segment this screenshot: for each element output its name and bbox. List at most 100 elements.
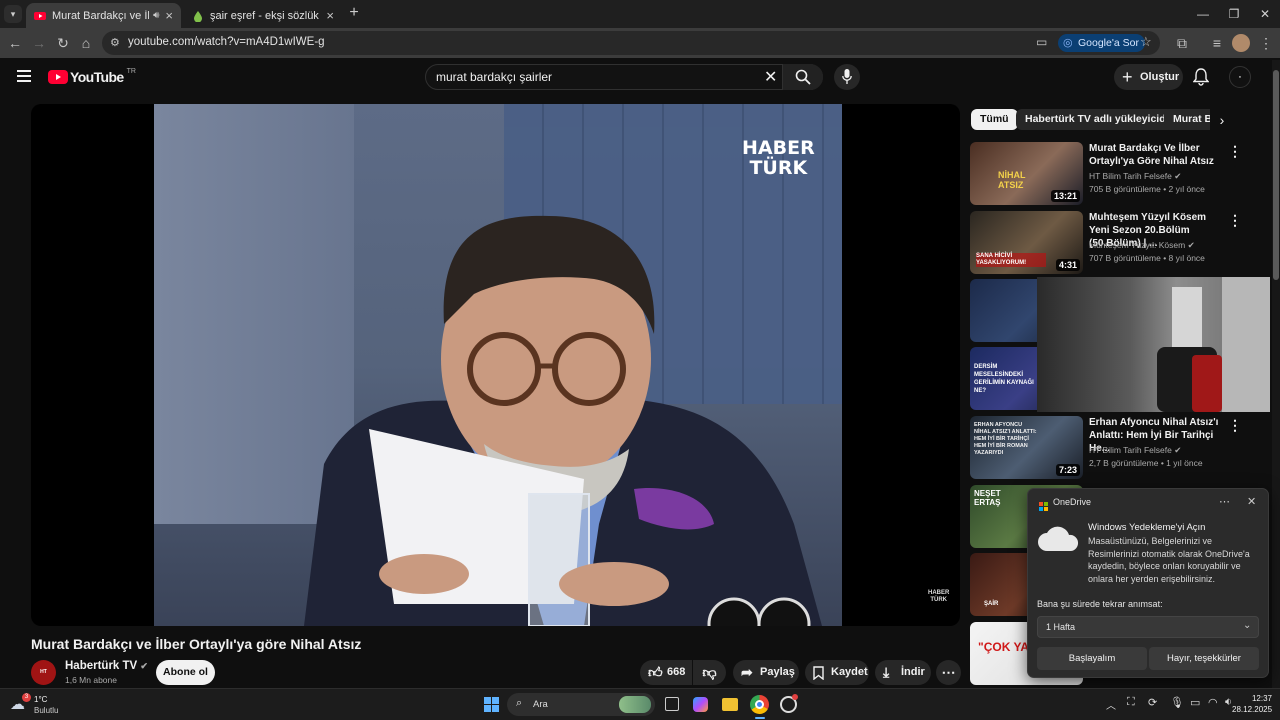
hamburger-menu-icon[interactable] bbox=[17, 70, 31, 82]
save-button[interactable]: Kaydet bbox=[805, 660, 869, 685]
video-player[interactable]: HABER TÜRK HABER TÜRK bbox=[31, 104, 960, 626]
kebab-menu-icon[interactable]: ⋮ bbox=[1228, 213, 1242, 227]
notification-body: Masaüstünüzü, Belgelerinizi ve Resimleri… bbox=[1088, 536, 1250, 584]
channel-avatar[interactable]: HT bbox=[31, 660, 56, 685]
taskbar-search[interactable]: ⌕ Ara bbox=[507, 693, 655, 716]
weather-widget[interactable]: ☁ 3 1°C Bulutlu bbox=[10, 692, 80, 718]
youtube-logo[interactable]: YouTube TR bbox=[48, 68, 136, 86]
share-button[interactable]: ➦ Paylaş bbox=[733, 660, 799, 685]
voice-search-button[interactable] bbox=[834, 64, 860, 90]
close-tab-icon[interactable]: × bbox=[326, 8, 334, 23]
windows-start-icon[interactable] bbox=[484, 697, 499, 712]
tray-icon[interactable]: ⛶ bbox=[1127, 696, 1135, 709]
kebab-menu-icon[interactable]: ⋮ bbox=[1228, 418, 1242, 432]
chip-all[interactable]: Tümü bbox=[971, 109, 1018, 130]
site-info-icon[interactable]: ⚙ bbox=[110, 36, 120, 49]
create-button[interactable]: + Oluştur bbox=[1114, 64, 1183, 90]
chevron-up-icon[interactable]: ︿ bbox=[1106, 697, 1116, 712]
account-avatar[interactable]: ● bbox=[1229, 66, 1251, 88]
minimize-icon[interactable]: — bbox=[1188, 4, 1218, 24]
remind-select[interactable]: 1 Hafta ⌄ bbox=[1037, 616, 1259, 638]
share-icon: ➦ bbox=[741, 664, 753, 680]
video-thumbnail[interactable]: SANA HİCİVİ YASAKLIYORUM! 4:31 bbox=[970, 211, 1083, 274]
chrome-taskbar-icon[interactable] bbox=[750, 695, 769, 714]
more-options-icon[interactable]: ⋯ bbox=[1219, 495, 1230, 508]
recommendation-item[interactable]: NİHAL ATSIZ 13:21 Murat Bardakçı Ve İlbe… bbox=[970, 142, 1270, 206]
new-tab-icon[interactable]: + bbox=[346, 5, 362, 21]
verified-badge-icon: ✔ bbox=[1174, 171, 1182, 181]
chrome-menu-icon[interactable]: ⋮ bbox=[1257, 34, 1275, 52]
close-window-icon[interactable]: ✕ bbox=[1250, 4, 1280, 24]
youtube-logo-icon bbox=[48, 70, 68, 84]
chevron-down-icon: ⌄ bbox=[1243, 620, 1252, 631]
close-tab-icon[interactable]: × bbox=[165, 8, 173, 23]
volume-icon[interactable]: 🔉︎ bbox=[1225, 696, 1232, 709]
home-icon[interactable]: ⌂ bbox=[77, 34, 95, 52]
google-sor-button[interactable]: ◎ Google'a Sor bbox=[1058, 34, 1145, 52]
search-query-text[interactable]: murat bardakçı şairler bbox=[436, 70, 552, 84]
url-text[interactable]: youtube.com/watch?v=mA4D1wIWE-g bbox=[128, 36, 325, 48]
onedrive-notification: OneDrive ⋯ ✕ Windows Yedekleme'yi Açın M… bbox=[1027, 488, 1269, 678]
address-bar[interactable]: ⚙ youtube.com/watch?v=mA4D1wIWE-g ▭ ◎ Goo… bbox=[102, 31, 1160, 55]
dislike-button[interactable]: 👎︎ bbox=[693, 660, 726, 685]
recommendation-item[interactable]: ERHAN AFYONCU NİHAL ATSIZ'I ANLATTI: HEM… bbox=[970, 416, 1270, 480]
like-button[interactable]: 👍︎ 668 bbox=[640, 660, 692, 685]
recommendation-item[interactable]: SANA HİCİVİ YASAKLIYORUM! 4:31 Muhteşem … bbox=[970, 211, 1270, 275]
sync-icon[interactable]: ⟳ bbox=[1148, 696, 1157, 709]
chip-from-uploader[interactable]: Habertürk TV adlı yükleyiciden bbox=[1016, 109, 1187, 130]
cast-icon[interactable]: ▭ bbox=[1036, 35, 1047, 49]
more-actions-button[interactable]: ⋯ bbox=[936, 660, 961, 685]
tab-title: Murat Bardakçı ve İlber Ortaylı'ya göre … bbox=[52, 9, 150, 22]
tab-search-button[interactable]: ▾ bbox=[4, 5, 22, 23]
subscribe-button[interactable]: Abone ol bbox=[156, 660, 215, 685]
search-input[interactable]: murat bardakçı şairler ✕ bbox=[425, 64, 823, 90]
video-title: Murat Bardakçı ve İlber Ortaylı'ya göre … bbox=[31, 636, 362, 652]
video-thumbnail[interactable]: NİHAL ATSIZ 13:21 bbox=[970, 142, 1083, 205]
back-icon[interactable]: ← bbox=[6, 34, 24, 52]
copilot-icon[interactable] bbox=[693, 697, 708, 712]
restore-icon[interactable]: ❐ bbox=[1219, 4, 1249, 24]
bookmark-icon bbox=[813, 666, 824, 680]
video-thumbnail[interactable]: ERHAN AFYONCU NİHAL ATSIZ'I ANLATTI: HEM… bbox=[970, 416, 1083, 479]
display-icon[interactable]: ▭ bbox=[1190, 696, 1200, 709]
channel-name[interactable]: Habertürk TV ✔ bbox=[65, 660, 148, 672]
tab-youtube[interactable]: Murat Bardakçı ve İlber Ortaylı'ya göre … bbox=[26, 3, 181, 28]
search-button[interactable] bbox=[782, 64, 823, 90]
start-button[interactable]: Başlayalım bbox=[1037, 647, 1147, 670]
reading-list-icon[interactable]: ≡ bbox=[1208, 34, 1226, 52]
rec-channel[interactable]: HT Bilim Tarih Felsefe ✔ bbox=[1089, 171, 1181, 182]
notifications-bell-icon[interactable] bbox=[1193, 68, 1209, 86]
notification-heading: Windows Yedekleme'yi Açın bbox=[1088, 522, 1206, 533]
clear-search-icon[interactable]: ✕ bbox=[764, 67, 777, 87]
forward-icon[interactable]: → bbox=[30, 34, 48, 52]
rec-channel[interactable]: Muhteşem Yüzyıl: Kösem ✔ bbox=[1089, 240, 1195, 251]
task-view-icon[interactable] bbox=[665, 697, 679, 711]
chevron-right-icon[interactable]: › bbox=[1212, 110, 1232, 130]
page-scrollbar[interactable] bbox=[1272, 60, 1280, 688]
speaker-icon[interactable]: 🔊︎ bbox=[153, 10, 159, 21]
profile-avatar[interactable] bbox=[1232, 34, 1250, 52]
chip-murat[interactable]: Murat B bbox=[1164, 109, 1210, 130]
download-button[interactable]: ⤓ İndir bbox=[875, 660, 931, 685]
wifi-icon[interactable]: ◠ bbox=[1208, 696, 1218, 709]
tab-eksi[interactable]: şair eşref - ekşi sözlük × bbox=[184, 3, 342, 28]
scrollbar-thumb[interactable] bbox=[1273, 70, 1279, 280]
extensions-icon[interactable]: ⧉ bbox=[1173, 34, 1191, 52]
youtube-wordmark: YouTube bbox=[70, 69, 124, 85]
microphone-icon bbox=[842, 69, 852, 84]
channel-watermark: HABER TÜRK bbox=[742, 137, 815, 179]
no-thanks-button[interactable]: Hayır, teşekkürler bbox=[1149, 647, 1259, 670]
rec-meta: 2,7 B görüntüleme • 1 yıl önce bbox=[1089, 458, 1203, 468]
reload-icon[interactable]: ↻ bbox=[54, 34, 72, 52]
rec-title[interactable]: Murat Bardakçı Ve İlber Ortaylı'ya Göre … bbox=[1089, 142, 1224, 168]
region-code: TR bbox=[126, 67, 136, 75]
rec-channel[interactable]: HT Bilim Tarih Felsefe ✔ bbox=[1089, 445, 1181, 456]
verified-badge-icon: ✔ bbox=[1187, 240, 1195, 250]
bookmark-star-icon[interactable]: ☆ bbox=[1140, 34, 1152, 50]
clock[interactable]: 12:37 28.12.2025 bbox=[1232, 693, 1272, 715]
microphone-tray-icon[interactable]: 🎙︎ bbox=[1170, 696, 1184, 709]
thumbs-down-icon: 👎︎ bbox=[702, 664, 717, 680]
kebab-menu-icon[interactable]: ⋮ bbox=[1228, 144, 1242, 158]
close-notification-icon[interactable]: ✕ bbox=[1247, 495, 1256, 508]
file-explorer-icon[interactable] bbox=[722, 698, 738, 711]
